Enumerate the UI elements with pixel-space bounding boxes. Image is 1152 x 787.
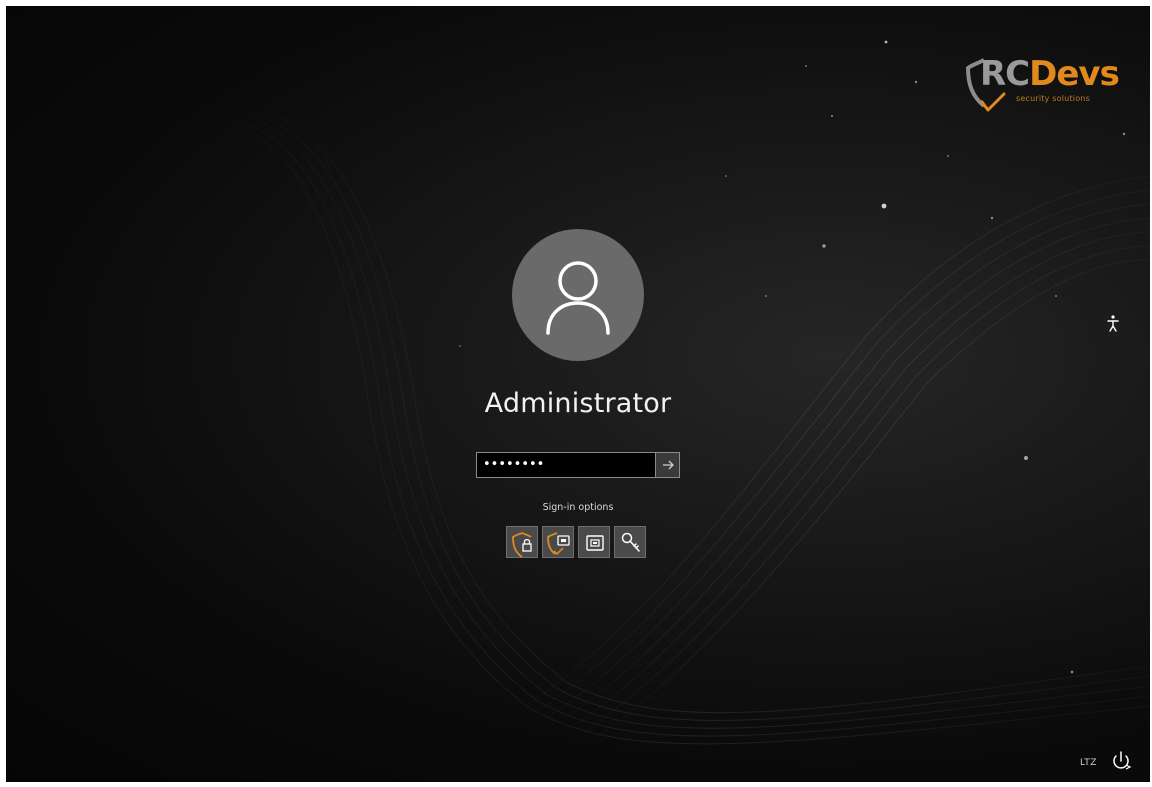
user-icon — [546, 261, 610, 335]
password-key-icon — [621, 532, 640, 552]
signin-options-label: Sign-in options — [542, 502, 614, 513]
password-key-option[interactable] — [614, 526, 646, 558]
logo-devs-text: Devs — [1029, 54, 1120, 94]
user-avatar — [512, 229, 644, 361]
openotp-push-option[interactable] — [506, 526, 538, 558]
openotp-token-icon — [547, 532, 570, 556]
lock-screen: RCDevs security solutions Administrator … — [6, 6, 1150, 782]
arrow-right-icon — [663, 460, 674, 470]
logo-tagline: security solutions — [1016, 94, 1090, 103]
smartcard-option[interactable] — [578, 526, 610, 558]
smartcard-icon — [586, 535, 604, 551]
input-language-indicator[interactable]: LTZ — [1080, 758, 1097, 768]
signin-options — [506, 522, 650, 560]
openotp-token-option[interactable] — [542, 526, 574, 558]
user-name: Administrator — [484, 388, 672, 419]
power-icon[interactable] — [1110, 750, 1132, 772]
openotp-push-icon — [512, 532, 532, 558]
submit-button[interactable] — [655, 453, 679, 477]
rcdevs-logo: RCDevs security solutions — [964, 50, 1120, 130]
ease-of-access-icon[interactable] — [1106, 314, 1120, 332]
password-field — [476, 452, 680, 478]
logo-rc-text: RC — [980, 54, 1030, 94]
password-input[interactable] — [477, 453, 655, 477]
logo-wordmark: RCDevs — [980, 54, 1120, 94]
